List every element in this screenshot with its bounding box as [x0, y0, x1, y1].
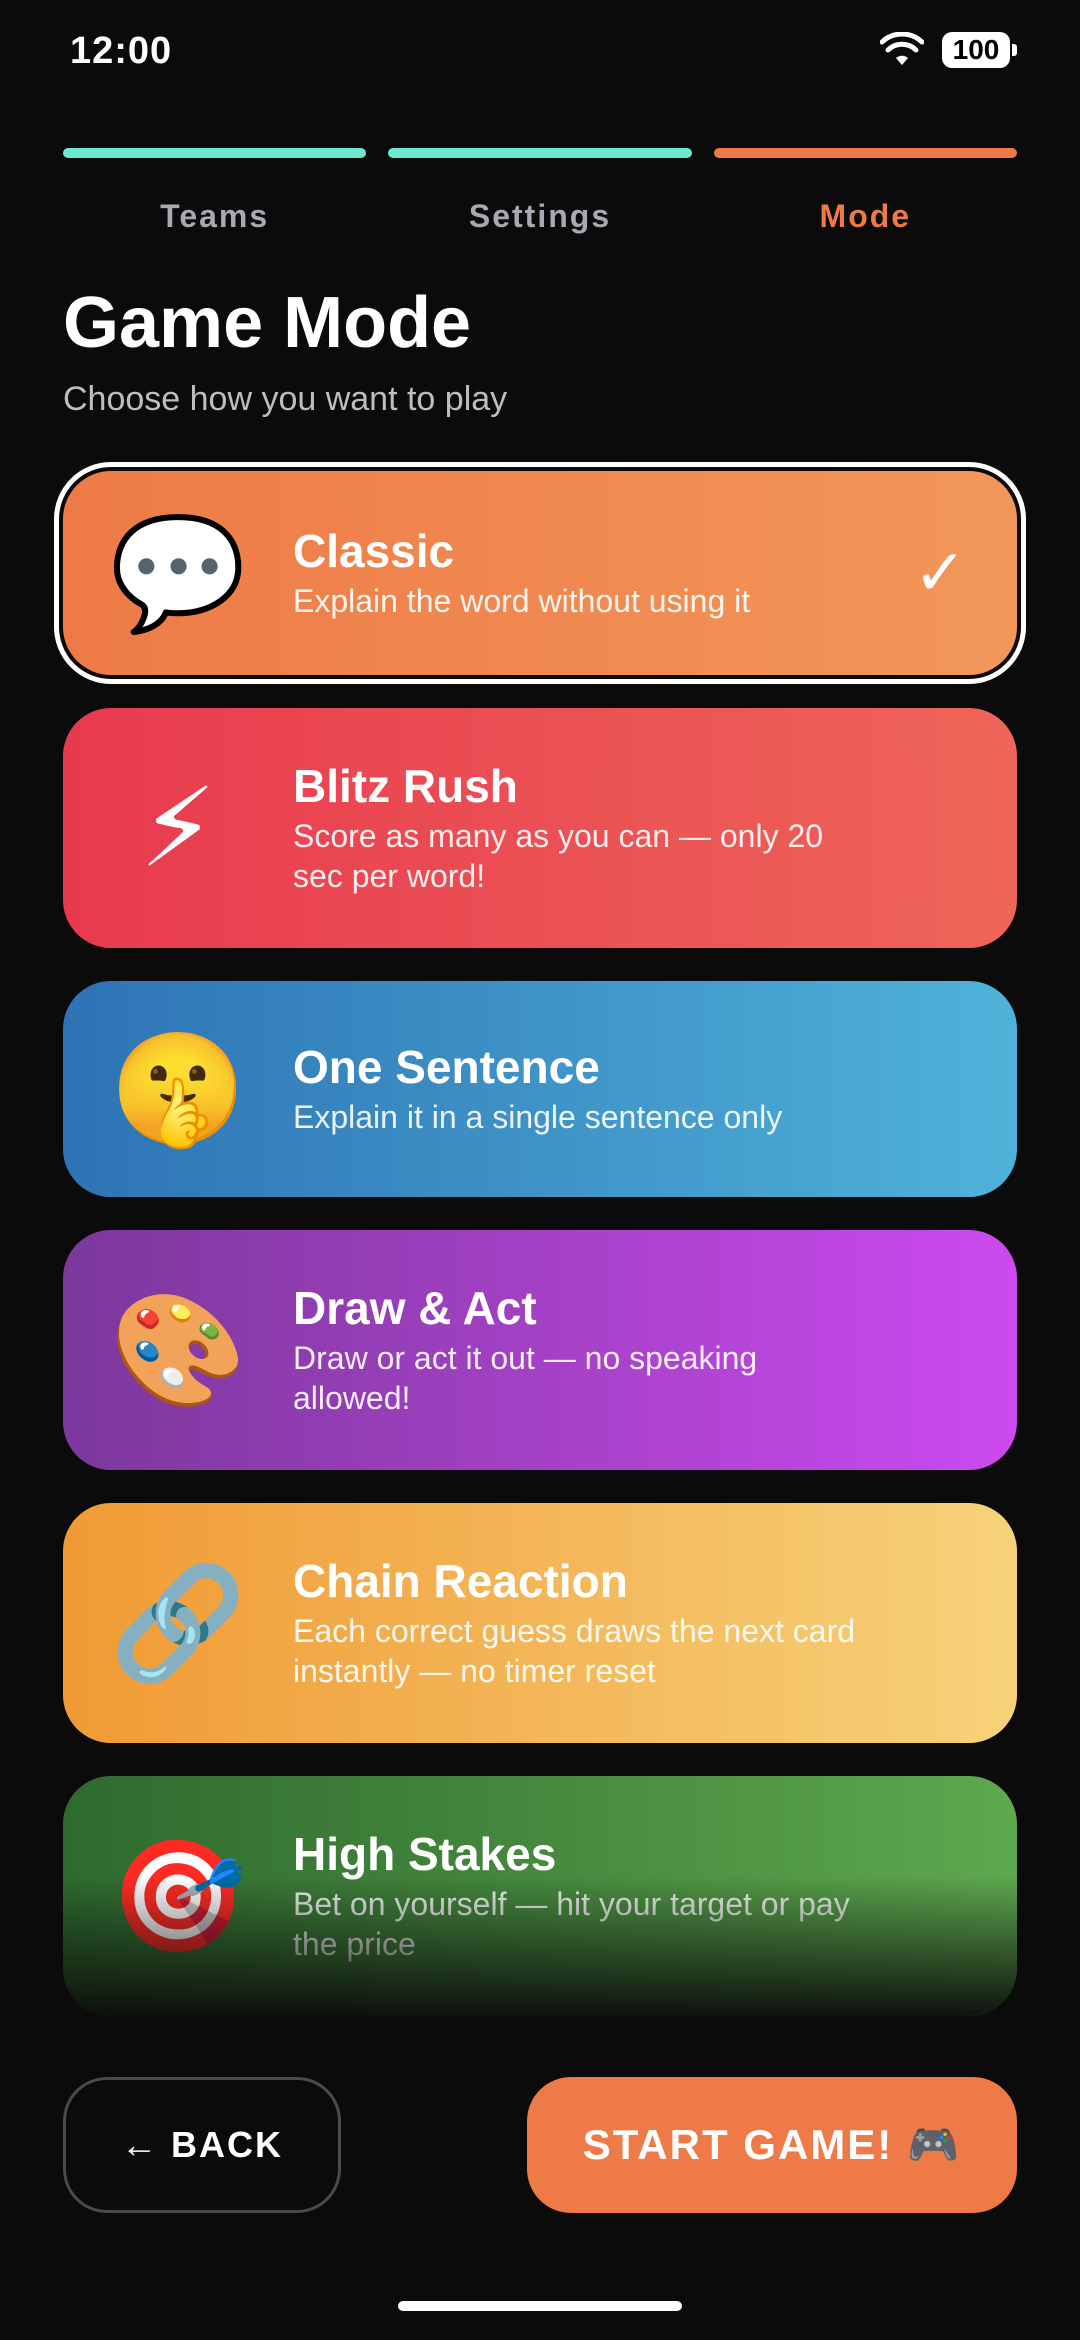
mode-card-chain-reaction[interactable]: 🔗 Chain Reaction Each correct guess draws … — [63, 1503, 1017, 1743]
mode-description: Each correct guess draws the next card i… — [293, 1613, 856, 1690]
step-progress: Teams Settings Mode — [63, 148, 1017, 235]
step-label: Mode — [819, 198, 912, 234]
mode-description: Explain the word without using it — [293, 583, 751, 620]
step-teams[interactable]: Teams — [63, 148, 367, 235]
page-subtitle: Choose how you want to play — [63, 380, 508, 418]
mode-title: Blitz Rush — [293, 759, 518, 812]
target-icon: 🎯 — [109, 1832, 247, 1960]
mode-description: Bet on yourself — hit your target or pay… — [293, 1886, 850, 1963]
step-settings[interactable]: Settings — [388, 148, 692, 235]
step-bar — [388, 148, 692, 158]
status-time: 12:00 — [70, 30, 173, 72]
mode-title: Draw & Act — [293, 1281, 537, 1334]
mode-description: Score as many as you can — only 20 sec p… — [293, 818, 824, 895]
start-game-button[interactable]: START GAME! 🎮 — [527, 2077, 1017, 2213]
mode-text: Chain Reaction Each correct guess draws t… — [293, 1555, 1017, 1692]
mode-card-draw-act[interactable]: 🎨 Draw & Act Draw or act it out — no speak… — [63, 1230, 1017, 1470]
mode-card-classic[interactable]: 💬 Classic Explain the word without using i… — [54, 462, 1026, 684]
mode-description: Explain it in a single sentence only — [293, 1099, 783, 1136]
lightning-icon: ⚡ — [139, 764, 217, 892]
page-title: Game Mode — [63, 283, 472, 363]
step-bar — [713, 148, 1017, 158]
mode-text: Draw & Act Draw or act it out — no speaki… — [293, 1282, 1017, 1419]
back-button[interactable]: ← BACK — [63, 2077, 341, 2213]
checkmark-icon: ✓ — [913, 536, 967, 609]
step-label: Settings — [468, 198, 612, 234]
battery-icon: 100 — [942, 32, 1017, 68]
mode-title: Classic — [293, 524, 455, 577]
step-bar — [63, 148, 367, 158]
mode-card-one-sentence[interactable]: 🤫 One Sentence Explain it in a single sent… — [63, 981, 1017, 1197]
link-icon: 🔗 — [109, 1559, 247, 1687]
mode-text: Classic Explain the word without using it — [293, 525, 1017, 622]
step-label: Teams — [160, 198, 270, 234]
mode-title: High Stakes — [293, 1827, 557, 1880]
wifi-icon — [880, 32, 924, 65]
mode-text: High Stakes Bet on yourself — hit your ta… — [293, 1828, 1017, 1965]
shushing-face-icon: 🤫 — [109, 1025, 247, 1153]
status-bar: 12:00 100 — [0, 0, 1080, 110]
palette-icon: 🎨 — [109, 1286, 247, 1414]
mode-text: Blitz Rush Score as many as you can — onl… — [293, 760, 1017, 897]
mode-text: One Sentence Explain it in a single sente… — [293, 1041, 1017, 1138]
speech-bubble-icon: 💬 — [109, 509, 247, 637]
mode-title: Chain Reaction — [293, 1554, 628, 1607]
home-indicator[interactable] — [398, 2301, 682, 2311]
mode-card-high-stakes[interactable]: 🎯 High Stakes Bet on yourself — hit your t… — [63, 1776, 1017, 2016]
step-mode[interactable]: Mode — [713, 148, 1017, 235]
mode-title: One Sentence — [293, 1040, 600, 1093]
mode-list: 💬 Classic Explain the word without using i… — [54, 462, 1026, 2049]
status-icons: 100 — [880, 32, 1017, 68]
footer-actions: ← BACK START GAME! 🎮 — [63, 2077, 1017, 2213]
mode-card-blitz-rush[interactable]: ⚡ Blitz Rush Score as many as you can — on… — [63, 708, 1017, 948]
mode-description: Draw or act it out — no speaking allowed… — [293, 1340, 758, 1417]
